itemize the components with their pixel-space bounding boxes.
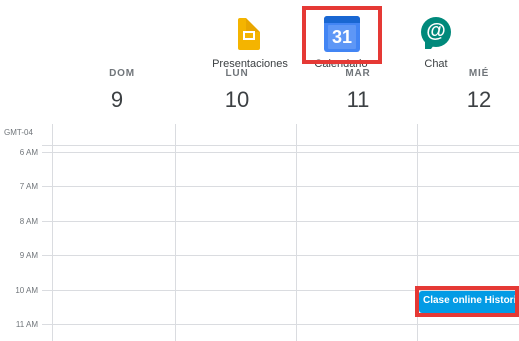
day-name-sunday: DOM [109,68,135,79]
chat-app-label: Chat [424,58,448,67]
slides-icon [238,18,260,50]
slides-app-icon[interactable] [232,16,268,52]
hour-gridline [42,221,519,222]
grid-line-top [42,145,519,146]
hour-gridline [42,255,519,256]
slides-app-label: Presentaciones [212,58,288,67]
day-name-wednesday: MIÉ [468,68,490,79]
day-number-tuesday[interactable]: 11 [298,86,418,114]
hour-label-7am: 7 AM [19,182,38,191]
chat-icon: @ [421,17,451,49]
day-number-sunday[interactable]: 9 [57,86,177,114]
chat-app-icon[interactable]: @ [418,16,454,52]
hour-gridline [42,324,519,325]
day-number-wednesday[interactable]: 12 [419,86,519,114]
day-number-monday[interactable]: 10 [177,86,297,114]
calendar-app-highlight [302,6,382,64]
grid-column-divider [175,124,176,341]
hour-label-10am: 10 AM [15,286,38,295]
chat-icon-symbol: @ [426,20,446,42]
grid-column-divider [296,124,297,341]
hour-label-6am: 6 AM [19,148,38,157]
hour-label-11am: 11 AM [15,320,38,329]
hour-gridline [42,186,519,187]
calendar-screen: Presentaciones 31 Calendario @ Chat DOM … [0,0,519,341]
hour-label-8am: 8 AM [19,217,38,226]
hour-gridline [42,152,519,153]
day-name-tuesday: MAR [345,68,371,79]
grid-column-divider [52,124,53,341]
day-name-monday: LUN [225,68,249,79]
timezone-label: GMT-04 [4,128,33,137]
hour-label-9am: 9 AM [19,251,38,260]
event-highlight [415,286,519,317]
